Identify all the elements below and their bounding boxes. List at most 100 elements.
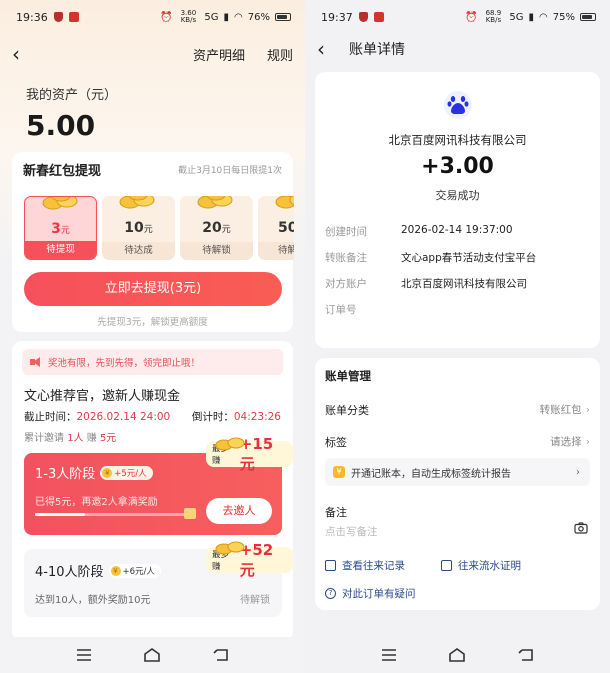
baidu-paw-logo-icon <box>443 90 473 120</box>
shield-icon <box>358 12 368 22</box>
invite-time-row: 截止时间：2026.02.14 24:00 倒计时：04:23:26 <box>24 409 281 424</box>
menu-icon[interactable] <box>377 647 401 663</box>
tile-20-yuan[interactable]: 20元 待解锁 <box>180 196 253 260</box>
deadline-label: 截止时间： <box>24 411 77 423</box>
coins-icon <box>215 437 245 451</box>
document-icon <box>441 560 452 571</box>
system-nav-bar <box>305 637 610 673</box>
stage-2-desc: 达到10人，额外奖励10元 <box>35 595 151 606</box>
back-icon[interactable] <box>514 647 538 663</box>
signal-label: 5G <box>204 11 219 23</box>
order-number-row: 订单号 <box>325 304 357 316</box>
back-arrow-icon[interactable]: ‹ <box>317 37 339 61</box>
notice-banner: 奖池有限，先到先得，领完即止哦！ <box>22 349 283 375</box>
stage-1-progress <box>35 513 185 516</box>
tile-10-yuan[interactable]: 10元 待达成 <box>102 196 175 260</box>
countdown-value: 04:23:26 <box>233 411 281 423</box>
tag-row[interactable]: 标签 请选择 › <box>325 434 590 450</box>
record-icon <box>325 560 336 571</box>
flow-proof-link[interactable]: 往来流水证明 <box>441 558 521 573</box>
view-history-link[interactable]: 查看往来记录 <box>325 558 405 573</box>
tile-50-yuan[interactable]: 50 待解 <box>258 196 294 260</box>
stage-1-title: 1-3人阶段 <box>35 467 96 482</box>
wifi-icon: ◠ <box>539 11 548 23</box>
status-time: 19:37 <box>321 10 353 24</box>
status-bar: 19:37 ⏰ 68.9 KB/s 5G ▮ ◠ 75% <box>305 0 610 34</box>
battery-icon <box>580 13 596 21</box>
system-nav-bar <box>0 637 305 673</box>
stage-1-rate: ¥ +5元/人 <box>100 465 153 480</box>
tile-amount: 3元 <box>51 221 70 237</box>
menu-icon[interactable] <box>72 647 96 663</box>
ledger-icon: ¥ <box>333 466 345 478</box>
stage-1-desc: 已得5元，再邀2人拿满奖励 <box>35 497 158 508</box>
back-icon[interactable] <box>209 647 233 663</box>
status-bar: 19:36 ⏰ 3.60 KB/s 5G ▮ ◠ 76% <box>0 0 305 34</box>
go-invite-button[interactable]: 去邀人 <box>206 498 272 524</box>
payee-company: 北京百度网讯科技有限公司 <box>388 133 527 147</box>
chevron-right-icon: › <box>585 435 590 448</box>
coins-icon <box>197 196 233 209</box>
status-time: 19:36 <box>16 10 48 24</box>
app-notification-icon <box>373 12 384 22</box>
created-time-row: 创建时间 2026-02-14 19:37:00 <box>325 224 513 238</box>
note-label: 备注 <box>325 506 347 519</box>
withdraw-now-button[interactable]: 立即去提现(3元) <box>24 272 282 306</box>
back-arrow-icon[interactable]: ‹ <box>12 42 34 66</box>
bill-status: 交易成功 <box>435 189 480 202</box>
asset-label: 我的资产（元） <box>26 88 118 103</box>
signal-icon: ▮ <box>223 11 230 23</box>
ledger-tip-row[interactable]: ¥ 开通记账本，自动生成标签统计报告 › <box>325 458 590 486</box>
alarm-icon: ⏰ <box>464 11 478 23</box>
alarm-icon: ⏰ <box>159 11 173 23</box>
coins-icon <box>215 541 245 555</box>
tile-status: 待解锁 <box>180 242 253 260</box>
net-speed: 3.60 KB/s <box>180 9 197 24</box>
battery-icon <box>275 13 291 21</box>
speaker-icon <box>30 357 42 367</box>
invite-card: 奖池有限，先到先得，领完即止哦！ 文心推荐官，邀新人赚现金 截止时间：2026.… <box>12 341 293 641</box>
net-speed: 68.9 KB/s <box>485 9 502 24</box>
tile-3-yuan[interactable]: 3元 待提现 <box>24 196 97 260</box>
tile-amount: 20元 <box>202 220 231 236</box>
asset-detail-link[interactable]: 资产明细 <box>193 45 245 64</box>
note-input[interactable]: 点击写备注 <box>325 524 378 539</box>
deadline-value: 2026.02.14 24:00 <box>76 411 171 423</box>
coins-icon <box>275 196 294 209</box>
left-screen: 19:36 ⏰ 3.60 KB/s 5G ▮ ◠ 76% ‹ 资产明细 规则 我… <box>0 0 305 673</box>
battery-text: 75% <box>552 11 575 23</box>
rules-link[interactable]: 规则 <box>267 45 293 64</box>
stage-2-status: 待解锁 <box>240 595 270 606</box>
yuan-coin-icon: ¥ <box>110 565 121 576</box>
countdown-label: 倒计时： <box>191 411 234 423</box>
order-question-link[interactable]: ? 对此订单有疑问 <box>325 586 416 601</box>
bill-amount: +3.00 <box>421 154 494 179</box>
gift-icon <box>184 508 196 519</box>
bill-links: 查看往来记录 往来流水证明 <box>325 558 521 573</box>
hongbao-withdraw-card: 新春红包提现 截止3月10日每日限提1次 3元 待提现 10元 待达成 20元 … <box>12 152 294 332</box>
withdraw-hint: 先提现3元，解锁更高额度 <box>97 317 208 328</box>
home-icon[interactable] <box>445 647 469 663</box>
invite-title: 文心推荐官，邀新人赚现金 <box>24 389 181 404</box>
right-screen: 19:37 ⏰ 68.9 KB/s 5G ▮ ◠ 75% ‹ 账单详情 北京百度… <box>305 0 610 673</box>
hongbao-note: 截止3月10日每日限提1次 <box>178 166 282 176</box>
home-icon[interactable] <box>140 647 164 663</box>
battery-text: 76% <box>247 11 270 23</box>
bill-category-row[interactable]: 账单分类 转账红包 › <box>325 402 590 418</box>
bill-card: 北京百度网讯科技有限公司 +3.00 交易成功 创建时间 2026-02-14 1… <box>315 72 600 348</box>
tile-status: 待达成 <box>102 242 175 260</box>
camera-icon[interactable] <box>574 522 588 534</box>
question-icon: ? <box>325 588 336 599</box>
notice-text: 奖池有限，先到先得，领完即止哦！ <box>48 358 201 369</box>
tile-amount: 50 <box>278 220 294 236</box>
counterparty-row: 对方账户 北京百度网讯科技有限公司 <box>325 278 527 290</box>
stage-2-title: 4-10人阶段 <box>35 565 104 580</box>
yuan-coin-icon: ¥ <box>102 467 113 478</box>
bill-management-card: 账单管理 账单分类 转账红包 › 标签 请选择 › ¥ 开通记账本，自动生成标签统计… <box>315 358 600 610</box>
chevron-right-icon: › <box>585 403 590 416</box>
stage-2-rate: ¥ +6元/人 <box>108 563 161 578</box>
shield-icon <box>53 12 63 22</box>
withdraw-tiles: 3元 待提现 10元 待达成 20元 待解锁 50 待解 <box>24 196 294 266</box>
app-notification-icon <box>68 12 79 22</box>
top-bar: ‹ 账单详情 <box>305 34 610 64</box>
